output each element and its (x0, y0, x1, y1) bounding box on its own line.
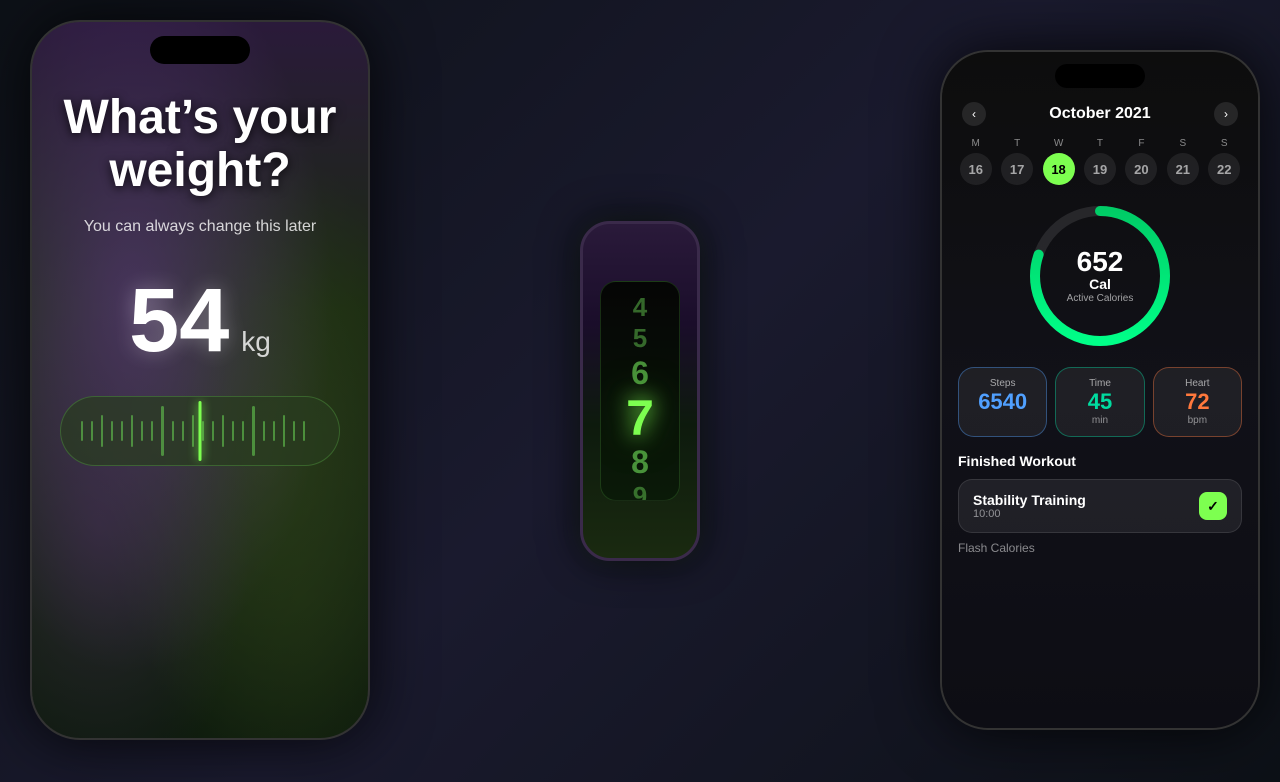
weight-display: 54 kg (129, 276, 271, 366)
calendar-day-sun[interactable]: S 22 (1207, 138, 1242, 185)
tick-8 (151, 421, 153, 441)
calories-value: 652 (1067, 248, 1134, 276)
calories-section: 652 Cal Active Calories (958, 201, 1242, 351)
band-num-6: 6 (631, 354, 649, 392)
tick-15 (222, 415, 224, 447)
band-num-9: 9 (633, 481, 647, 501)
day-letter-wed: W (1054, 138, 1063, 149)
time-unit: min (1092, 415, 1108, 426)
calendar-next-button[interactable]: › (1214, 102, 1238, 126)
right-phone: ‹ October 2021 › M 16 T 17 W 18 (940, 50, 1260, 730)
tick-17 (242, 421, 244, 441)
weight-subtitle: You can always change this later (84, 218, 316, 236)
weight-value: 54 (129, 276, 229, 366)
tick-18 (252, 406, 255, 456)
tick-22 (293, 421, 295, 441)
tick-3 (101, 415, 103, 447)
calories-unit: Cal (1067, 276, 1134, 293)
tick-9 (161, 406, 164, 456)
tick-19 (263, 421, 265, 441)
tick-5 (121, 421, 123, 441)
band-screen: 4 5 6 7 8 9 10 (600, 281, 680, 501)
day-number-18: 18 (1043, 153, 1075, 185)
day-letter-sun: S (1221, 138, 1228, 149)
tick-10 (172, 421, 174, 441)
day-letter-mon: M (972, 138, 980, 149)
calendar-day-sat[interactable]: S 21 (1165, 138, 1200, 185)
tick-21 (283, 415, 285, 447)
ring-center: 652 Cal Active Calories (1067, 248, 1134, 304)
steps-label: Steps (990, 378, 1016, 389)
tick-13 (202, 421, 204, 441)
time-label: Time (1089, 378, 1111, 389)
heart-value: 72 (1185, 391, 1209, 413)
next-section-label: Flash Calories (958, 541, 1242, 555)
day-number-17: 17 (1001, 153, 1033, 185)
tick-2 (91, 421, 93, 441)
weight-unit: kg (241, 326, 271, 358)
tick-6 (131, 415, 133, 447)
workout-check-icon: ✓ (1199, 492, 1227, 520)
calendar-day-fri[interactable]: F 20 (1124, 138, 1159, 185)
band-num-4: 4 (633, 292, 647, 323)
calories-ring: 652 Cal Active Calories (1025, 201, 1175, 351)
slider-indicator (199, 401, 202, 461)
weight-question-title: What’s your weight? (52, 92, 348, 198)
fitness-band: 4 5 6 7 8 9 10 (580, 221, 700, 561)
time-value: 45 (1088, 391, 1112, 413)
calendar-day-thu[interactable]: T 19 (1082, 138, 1117, 185)
tick-16 (232, 421, 234, 441)
stat-steps: Steps 6540 (958, 367, 1047, 437)
weight-slider[interactable] (60, 396, 340, 466)
left-phone-notch (150, 36, 250, 64)
tick-11 (182, 421, 184, 441)
calories-label: Active Calories (1067, 293, 1134, 304)
heart-label: Heart (1185, 378, 1209, 389)
tick-1 (81, 421, 83, 441)
calendar-day-mon[interactable]: M 16 (958, 138, 993, 185)
day-number-22: 22 (1208, 153, 1240, 185)
calendar-day-wed[interactable]: W 18 (1041, 138, 1076, 185)
band-num-7: 7 (626, 393, 654, 443)
calendar-day-tue[interactable]: T 17 (999, 138, 1034, 185)
tick-23 (303, 421, 305, 441)
workout-info: Stability Training 10:00 (973, 492, 1199, 520)
stat-time: Time 45 min (1055, 367, 1144, 437)
day-number-19: 19 (1084, 153, 1116, 185)
day-letter-thu: T (1097, 138, 1103, 149)
calendar-days: M 16 T 17 W 18 T 19 (958, 138, 1242, 185)
day-number-16: 16 (960, 153, 992, 185)
day-number-20: 20 (1125, 153, 1157, 185)
workout-name: Stability Training (973, 492, 1199, 508)
stats-row: Steps 6540 Time 45 min Heart 72 bpm (958, 367, 1242, 437)
heart-unit: bpm (1188, 415, 1207, 426)
tick-20 (273, 421, 275, 441)
tick-7 (141, 421, 143, 441)
right-phone-notch (1055, 64, 1145, 88)
day-number-21: 21 (1167, 153, 1199, 185)
workout-duration: 10:00 (973, 508, 1199, 520)
day-letter-tue: T (1014, 138, 1020, 149)
calendar-prev-button[interactable]: ‹ (962, 102, 986, 126)
tick-4 (111, 421, 113, 441)
workout-item[interactable]: Stability Training 10:00 ✓ (958, 479, 1242, 533)
band-num-8: 8 (631, 443, 649, 481)
band-num-5: 5 (633, 323, 647, 354)
calendar-month-label: October 2021 (1049, 105, 1150, 123)
workout-section-label: Finished Workout (958, 453, 1242, 469)
calendar-header: ‹ October 2021 › (958, 102, 1242, 126)
scene: What’s your weight? You can always chang… (0, 0, 1280, 782)
steps-value: 6540 (978, 391, 1027, 413)
day-letter-sat: S (1179, 138, 1186, 149)
day-letter-fri: F (1138, 138, 1144, 149)
left-phone: What’s your weight? You can always chang… (30, 20, 370, 740)
stat-heart: Heart 72 bpm (1153, 367, 1242, 437)
tick-14 (212, 421, 214, 441)
tick-12 (192, 415, 194, 447)
